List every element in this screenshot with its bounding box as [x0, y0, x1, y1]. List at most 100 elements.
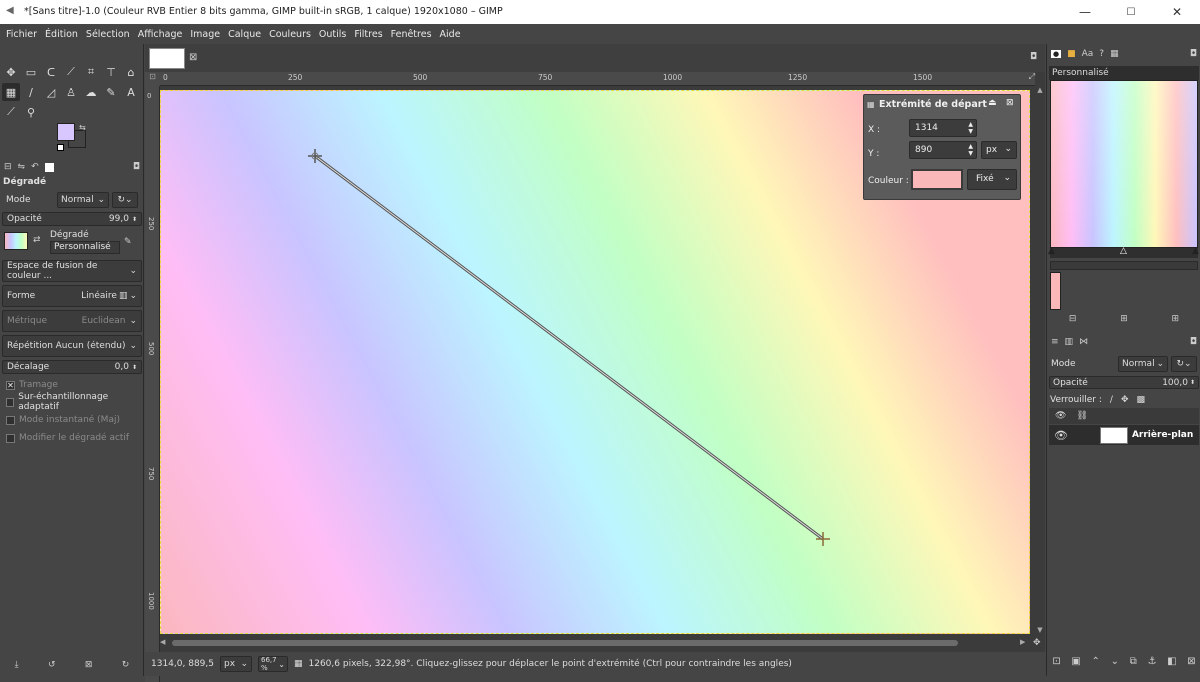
- x-spinner-icon[interactable]: ▲ ▼: [968, 121, 973, 135]
- device-status-tab-icon[interactable]: ⇋: [18, 162, 26, 172]
- maximize-button[interactable]: ☐: [1108, 0, 1154, 24]
- stop-marker-icon[interactable]: ▲: [1192, 246, 1199, 256]
- menu-outils[interactable]: Outils: [315, 29, 350, 40]
- layer-mode-reset-button[interactable]: ↻⌄: [1171, 356, 1197, 372]
- mode-select[interactable]: Normal ⌄: [57, 192, 109, 208]
- gradient-stop-bar[interactable]: ▲ △ ▲: [1048, 246, 1199, 258]
- text-tool-icon[interactable]: A: [122, 83, 140, 101]
- eraser-tool-icon[interactable]: ◿: [42, 83, 60, 101]
- layer-row[interactable]: 👁 Arrière-plan: [1049, 425, 1199, 445]
- color-mode-select[interactable]: Fixé ⌄: [967, 169, 1017, 190]
- new-layer-group-icon[interactable]: ▣: [1071, 656, 1080, 672]
- fonts-tab-icon[interactable]: Aa: [1082, 49, 1094, 59]
- configure-tab-icon[interactable]: ◘: [1030, 52, 1037, 62]
- configure-tab-icon[interactable]: ◘: [133, 162, 140, 172]
- layers-tab-icon[interactable]: ≡: [1051, 337, 1059, 347]
- delete-layer-icon[interactable]: ⊠: [1187, 656, 1195, 672]
- layer-mask-icon[interactable]: ◧: [1167, 656, 1176, 672]
- opacity-slider[interactable]: Opacité 99,0 ⬍: [2, 212, 142, 226]
- images-tab-icon[interactable]: [44, 162, 54, 172]
- menu-image[interactable]: Image: [186, 29, 224, 40]
- horizontal-scroll-thumb[interactable]: [172, 640, 958, 646]
- y-spinner-icon[interactable]: ▲ ▼: [968, 143, 973, 157]
- transform-tool-icon[interactable]: ⊤: [102, 63, 120, 81]
- offset-slider[interactable]: Décalage 0,0 ⬍: [2, 360, 142, 374]
- gradients-tab-icon[interactable]: ▦: [1110, 49, 1119, 59]
- lock-alpha-icon[interactable]: ▩: [1136, 395, 1145, 405]
- layer-opacity-spinner-icon[interactable]: ⬍: [1190, 379, 1195, 386]
- zoom-to-window-icon[interactable]: ⤢: [1025, 72, 1039, 86]
- swap-colors-icon[interactable]: ⇆: [79, 123, 86, 132]
- brushes-tab-icon[interactable]: ●: [1051, 50, 1062, 58]
- restore-options-icon[interactable]: ↺: [48, 660, 56, 670]
- scroll-right-icon[interactable]: ▶: [1020, 638, 1030, 648]
- paintbrush-tool-icon[interactable]: ∕: [22, 83, 40, 101]
- reset-options-icon[interactable]: ↻: [122, 660, 130, 670]
- color-picker-tool-icon[interactable]: ⟋: [2, 103, 20, 121]
- image-tab-thumbnail[interactable]: [149, 48, 185, 69]
- horizontal-ruler[interactable]: 0 250 500 750 1000 1250 1500: [160, 72, 1035, 86]
- scroll-up-icon[interactable]: ▲: [1035, 86, 1045, 96]
- vertical-scrollbar[interactable]: ▲ ▼: [1035, 86, 1045, 636]
- move-tool-icon[interactable]: ✥: [2, 63, 20, 81]
- layer-opacity-slider[interactable]: Opacité 100,0 ⬍: [1049, 376, 1199, 389]
- new-layer-icon[interactable]: ⊡: [1052, 656, 1060, 672]
- menu-fichier[interactable]: Fichier: [2, 29, 41, 40]
- scroll-down-icon[interactable]: ▼: [1035, 626, 1045, 636]
- gradient-editor-preview[interactable]: [1050, 80, 1198, 248]
- layer-visibility-eye-icon[interactable]: 👁: [1054, 429, 1068, 442]
- lock-position-icon[interactable]: ✥: [1121, 395, 1129, 405]
- supersample-checkbox[interactable]: Sur-échantillonnage adaptatif: [2, 392, 142, 412]
- save-options-icon[interactable]: ⤓: [15, 660, 19, 670]
- undo-history-tab-icon[interactable]: ↶: [31, 162, 39, 172]
- y-spinbox[interactable]: 890 ▲ ▼: [909, 141, 977, 159]
- vertical-ruler[interactable]: 0 250 500 750 1000: [145, 86, 160, 682]
- gradient-scrollbar[interactable]: [1050, 261, 1198, 270]
- help-tab-icon[interactable]: ?: [1099, 49, 1104, 59]
- close-tab-icon[interactable]: ⊠: [189, 52, 197, 63]
- stop-marker-icon[interactable]: ▲: [1048, 246, 1055, 256]
- edit-gradient-icon[interactable]: ✎: [124, 237, 132, 247]
- scroll-left-icon[interactable]: ◀: [160, 638, 170, 648]
- smudge-tool-icon[interactable]: ☁: [82, 83, 100, 101]
- unit-select[interactable]: px ⌄: [981, 141, 1017, 159]
- unit-select[interactable]: px ⌄: [219, 656, 252, 672]
- shape-select[interactable]: Forme Linéaire ▥ ⌄: [2, 285, 142, 307]
- blend-space-select[interactable]: Espace de fusion de couleur ... ⌄: [2, 260, 142, 282]
- menu-edition[interactable]: Édition: [41, 29, 82, 40]
- close-icon[interactable]: ⊠: [1006, 98, 1014, 108]
- fuzzy-select-tool-icon[interactable]: ⟋: [62, 63, 80, 81]
- close-button[interactable]: ✕: [1154, 0, 1200, 24]
- navigate-icon[interactable]: ✥: [1033, 638, 1045, 650]
- configure-tab-icon[interactable]: ◘: [1190, 49, 1197, 59]
- menu-filtres[interactable]: Filtres: [350, 29, 386, 40]
- foreground-color-swatch[interactable]: [57, 123, 75, 141]
- menu-couleurs[interactable]: Couleurs: [265, 29, 315, 40]
- raise-layer-icon[interactable]: ⌃: [1092, 656, 1100, 672]
- gradient-preview[interactable]: [4, 232, 28, 250]
- zoom-all-icon[interactable]: ⊞: [1172, 314, 1180, 326]
- menu-affichage[interactable]: Affichage: [134, 29, 187, 40]
- zoom-tool-icon[interactable]: ⚲: [22, 103, 40, 121]
- menu-fenetres[interactable]: Fenêtres: [387, 29, 436, 40]
- duplicate-layer-icon[interactable]: ⧉: [1130, 656, 1137, 672]
- rect-select-tool-icon[interactable]: ▭: [22, 63, 40, 81]
- crop-tool-icon[interactable]: ⌗: [82, 63, 100, 81]
- reverse-gradient-icon[interactable]: ⇄: [33, 235, 41, 245]
- minimize-button[interactable]: —: [1062, 0, 1108, 24]
- layer-name[interactable]: Arrière-plan: [1132, 430, 1193, 440]
- zoom-select[interactable]: 66,7 % ⌄: [257, 656, 288, 672]
- paths-tab-icon[interactable]: ⋈: [1079, 337, 1088, 347]
- midpoint-marker-icon[interactable]: △: [1120, 246, 1127, 256]
- instant-mode-checkbox[interactable]: Mode instantané (Maj): [2, 412, 142, 428]
- lasso-tool-icon[interactable]: ᑕ: [42, 63, 60, 81]
- tool-options-tab-icon[interactable]: ⊟: [4, 162, 12, 172]
- horizontal-scrollbar[interactable]: ◀ ▶: [160, 638, 1030, 648]
- offset-spinner-icon[interactable]: ⬍: [132, 364, 137, 371]
- default-colors-icon[interactable]: [57, 144, 64, 151]
- lower-layer-icon[interactable]: ⌄: [1111, 656, 1119, 672]
- layer-mode-select[interactable]: Normal ⌄: [1118, 356, 1168, 372]
- patterns-tab-icon[interactable]: ■: [1067, 49, 1076, 59]
- gradient-name-field[interactable]: Personnalisé: [50, 241, 120, 254]
- anchor-layer-icon[interactable]: ⚓: [1147, 656, 1156, 672]
